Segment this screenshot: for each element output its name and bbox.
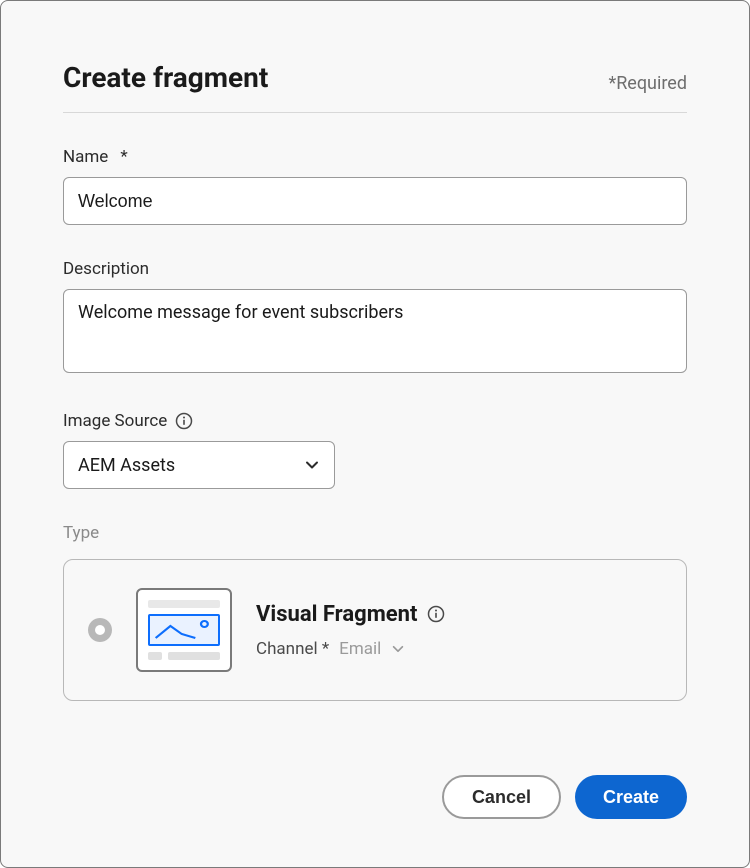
type-info: Visual Fragment Channel * Email [256, 602, 445, 659]
dialog-footer: Cancel Create [442, 775, 687, 819]
description-label: Description [63, 259, 687, 279]
info-icon[interactable] [427, 605, 445, 623]
create-fragment-dialog: Create fragment *Required Name * Descript… [0, 0, 750, 868]
channel-row: Channel * Email [256, 639, 445, 659]
type-card-visual-fragment[interactable]: Visual Fragment Channel * Email [63, 559, 687, 701]
image-source-value: AEM Assets [78, 455, 175, 476]
channel-label: Channel * [256, 639, 329, 659]
name-required-marker: * [120, 147, 127, 167]
image-source-label: Image Source [63, 411, 687, 431]
name-label-text: Name [63, 147, 108, 167]
create-button[interactable]: Create [575, 775, 687, 819]
visual-fragment-thumbnail [136, 588, 232, 672]
channel-value-text: Email [339, 639, 381, 659]
chevron-down-icon [304, 457, 320, 473]
description-input[interactable]: Welcome message for event subscribers [63, 289, 687, 373]
radio-inner [95, 625, 105, 635]
info-icon[interactable] [175, 412, 193, 430]
required-note: *Required [608, 73, 687, 94]
chevron-down-icon [391, 642, 405, 656]
name-field: Name * [63, 147, 687, 225]
type-label: Type [63, 523, 687, 543]
channel-select[interactable]: Email [339, 639, 405, 659]
description-field: Description Welcome message for event su… [63, 259, 687, 377]
type-title-row: Visual Fragment [256, 602, 445, 627]
type-section: Type Visual Fragment [63, 523, 687, 701]
image-source-field: Image Source AEM Assets [63, 411, 687, 489]
image-source-label-text: Image Source [63, 411, 167, 431]
type-radio[interactable] [88, 618, 112, 642]
cancel-button[interactable]: Cancel [442, 775, 561, 819]
type-title: Visual Fragment [256, 602, 417, 627]
dialog-header: Create fragment *Required [63, 61, 687, 113]
image-source-select[interactable]: AEM Assets [63, 441, 335, 489]
dialog-title: Create fragment [63, 61, 268, 94]
name-input[interactable] [63, 177, 687, 225]
name-label: Name * [63, 147, 687, 167]
